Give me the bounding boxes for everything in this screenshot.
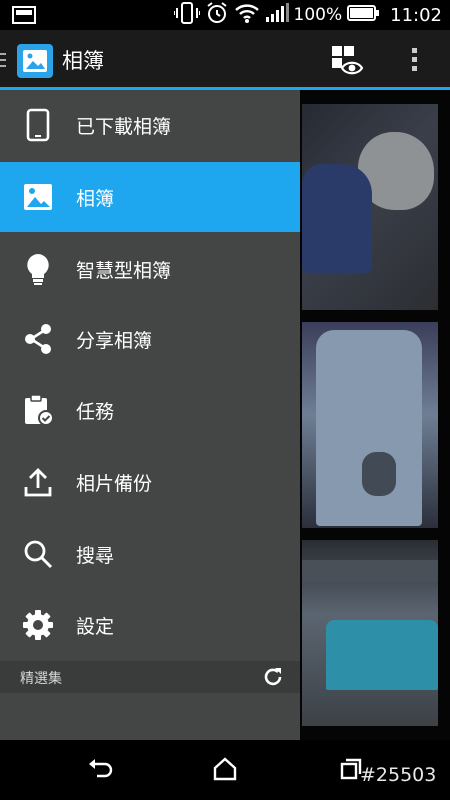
gear-icon: [20, 607, 56, 643]
drawer-item-label: 相簿: [76, 188, 115, 210]
drawer-item-smart-albums[interactable]: 智慧型相簿: [0, 234, 300, 304]
upload-icon: [20, 464, 56, 500]
battery-percent: 100%: [293, 5, 343, 25]
tablet-icon: [20, 107, 56, 143]
vibrate-icon: [172, 2, 201, 28]
photo-thumbnail[interactable]: [302, 104, 438, 310]
image-icon: [20, 179, 56, 215]
drawer-item-label: 相片備份: [76, 473, 153, 495]
system-navigation-bar: #25503: [0, 740, 450, 800]
drawer-item-label: 分享相簿: [76, 330, 153, 352]
drawer-item-shared-albums[interactable]: 分享相簿: [0, 304, 300, 374]
clock: 11:02: [390, 4, 442, 26]
recents-icon[interactable]: [340, 758, 362, 784]
overflow-menu-icon[interactable]: [408, 46, 422, 78]
drawer-item-albums[interactable]: 相簿: [0, 162, 300, 232]
section-label: 精選集: [20, 671, 62, 687]
drawer-item-label: 智慧型相簿: [76, 260, 172, 282]
watermark-text: #25503: [360, 764, 437, 786]
navigation-drawer: 已下載相簿 相簿 智慧型相簿 分享相簿 任務 相片備份 搜尋 設定 精選集: [0, 90, 300, 740]
app-logo-icon[interactable]: [17, 44, 53, 78]
refresh-icon[interactable]: [262, 666, 284, 692]
drawer-item-settings[interactable]: 設定: [0, 590, 300, 660]
photo-thumbnail[interactable]: [302, 540, 438, 726]
drawer-item-label: 搜尋: [76, 545, 115, 567]
share-icon: [20, 321, 56, 357]
drawer-item-tasks[interactable]: 任務: [0, 375, 300, 445]
app-bar: 相簿: [0, 30, 450, 90]
lightbulb-icon: [20, 251, 56, 287]
drawer-item-downloaded-albums[interactable]: 已下載相簿: [0, 90, 300, 160]
back-icon[interactable]: [88, 758, 114, 784]
search-icon: [20, 536, 56, 572]
signal-icon: [265, 3, 289, 27]
alarm-icon: [205, 1, 229, 29]
drawer-item-photo-backup[interactable]: 相片備份: [0, 447, 300, 517]
status-bar: 100% 11:02: [0, 0, 450, 30]
drawer-item-label: 已下載相簿: [76, 116, 172, 138]
wifi-icon: [234, 2, 260, 28]
battery-icon: [347, 5, 380, 25]
photo-grid: [300, 90, 450, 740]
status-icons: 100% 11:02: [172, 1, 442, 29]
home-icon[interactable]: [212, 757, 238, 785]
drawer-item-label: 任務: [76, 401, 115, 423]
drawer-indicator-icon[interactable]: [0, 52, 6, 72]
drawer-item-label: 設定: [76, 616, 115, 638]
section-header-highlights: 精選集: [0, 661, 300, 693]
drawer-item-search[interactable]: 搜尋: [0, 519, 300, 589]
image-notification-icon: [12, 6, 36, 28]
clipboard-check-icon: [20, 392, 56, 428]
view-mode-icon[interactable]: [330, 44, 364, 80]
app-title: 相簿: [62, 49, 104, 73]
photo-thumbnail[interactable]: [302, 322, 438, 528]
